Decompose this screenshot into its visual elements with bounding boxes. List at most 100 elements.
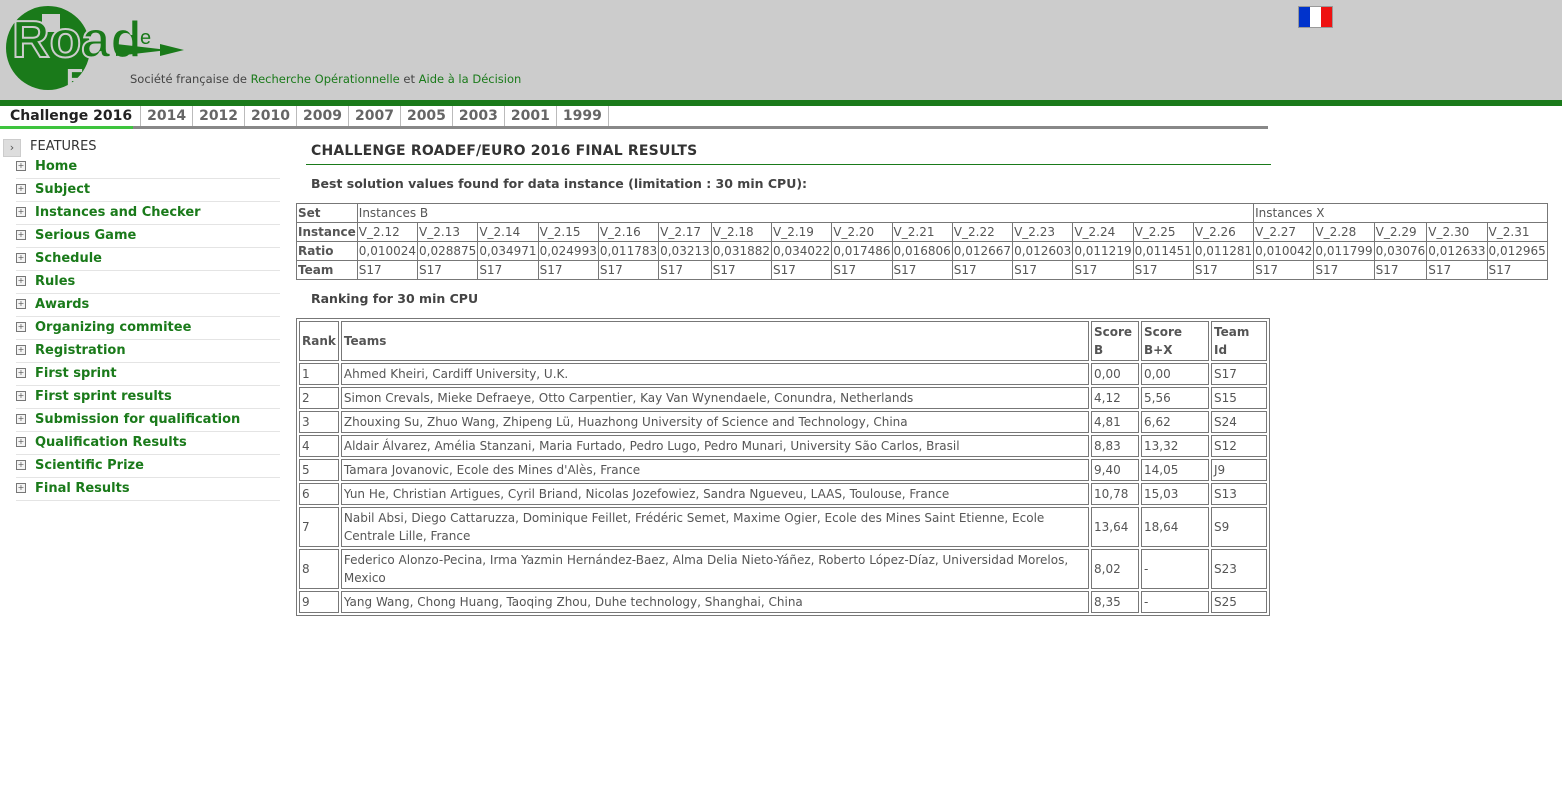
score-b-cell: 9,40: [1091, 459, 1139, 481]
team-cell: S17: [1072, 260, 1134, 280]
expand-square-icon: +: [16, 345, 26, 355]
expand-square-icon: +: [16, 276, 26, 286]
tab-2010[interactable]: 2010: [245, 106, 298, 126]
sidebar-item-organizing-commitee[interactable]: + Organizing commitee: [16, 317, 280, 340]
active-tab-indicator: [0, 126, 133, 129]
instance-cell: V_2.29: [1373, 222, 1428, 242]
expand-square-icon: +: [16, 437, 26, 447]
score-b-cell: 13,64: [1091, 507, 1139, 547]
ratio-cell: 0,017486: [831, 241, 893, 261]
tab-2012[interactable]: 2012: [193, 106, 246, 126]
svg-text:e: e: [140, 27, 151, 49]
team-cell: S17: [1426, 260, 1488, 280]
ratio-cell: 0,034022: [770, 241, 833, 261]
team-cell: S17: [1373, 260, 1428, 280]
instance-cell: V_2.15: [537, 222, 599, 242]
score-bx-cell: 13,32: [1141, 435, 1209, 457]
sidebar-item-label: Schedule: [35, 251, 102, 266]
sidebar-item-final-results[interactable]: + Final Results: [16, 478, 280, 501]
score-bx-cell: -: [1141, 549, 1209, 589]
ratio-cell: 0,016806: [891, 241, 953, 261]
sidebar-item-label: Rules: [35, 274, 76, 289]
table-row: 2 Simon Crevals, Mieke Defraeye, Otto Car…: [299, 387, 1267, 409]
ranking-heading: Ranking for 30 min CPU: [311, 291, 479, 306]
sidebar-item-serious-game[interactable]: + Serious Game: [16, 225, 280, 248]
ranking-header-row: Rank Teams Score B Score B+X Team Id: [299, 321, 1267, 361]
tab-2009[interactable]: 2009: [297, 106, 349, 126]
sidebar-item-awards[interactable]: + Awards: [16, 294, 280, 317]
sidebar-item-qualification-results[interactable]: + Qualification Results: [16, 432, 280, 455]
rank-cell: 6: [299, 483, 339, 505]
score-b-cell: 10,78: [1091, 483, 1139, 505]
sidebar-item-rules[interactable]: + Rules: [16, 271, 280, 294]
expand-square-icon: +: [16, 230, 26, 240]
sidebar-item-schedule[interactable]: + Schedule: [16, 248, 280, 271]
features-section-header[interactable]: › FEATURES: [3, 138, 282, 157]
team-cell: S17: [537, 260, 599, 280]
tab-2007[interactable]: 2007: [348, 106, 401, 126]
instance-cell: V_2.13: [417, 222, 479, 242]
ratio-cell: 0,010024: [356, 241, 419, 261]
ratio-cell: 0,011281: [1192, 241, 1255, 261]
set-b-cell: Instances B: [356, 203, 1255, 223]
tab-2001[interactable]: 2001: [504, 106, 557, 126]
table-row: 3 Zhouxing Su, Zhuo Wang, Zhipeng Lü, Hua…: [299, 411, 1267, 433]
row-label-team: Team: [296, 260, 358, 280]
instance-cell: V_2.23: [1012, 222, 1074, 242]
score-bx-cell: -: [1141, 591, 1209, 613]
row-label-ratio: Ratio: [296, 241, 358, 261]
instance-cell: V_2.28: [1313, 222, 1375, 242]
set-row: Set Instances B Instances X: [296, 203, 1548, 223]
expand-square-icon: +: [16, 322, 26, 332]
sidebar-item-label: Serious Game: [35, 228, 137, 243]
sidebar-item-instances-and-checker[interactable]: + Instances and Checker: [16, 202, 280, 225]
instance-cell: V_2.17: [658, 222, 712, 242]
ratio-cell: 0,011219: [1072, 241, 1134, 261]
team-cell: S17: [891, 260, 953, 280]
sidebar-item-home[interactable]: + Home: [16, 156, 280, 179]
chevron-right-icon[interactable]: ›: [3, 139, 21, 157]
year-tabs: Challenge 2016 2014 2012 2010 2009 2007 …: [0, 106, 609, 126]
tab-2014[interactable]: 2014: [141, 106, 194, 126]
svg-text:F: F: [66, 63, 83, 92]
team-cell: S17: [710, 260, 773, 280]
instance-cell: V_2.18: [710, 222, 773, 242]
tab-2005[interactable]: 2005: [400, 106, 453, 126]
set-x-cell: Instances X: [1253, 203, 1548, 223]
teams-cell: Zhouxing Su, Zhuo Wang, Zhipeng Lü, Huaz…: [340, 411, 1089, 433]
instance-cell: V_2.22: [951, 222, 1014, 242]
team-id-cell: S17: [1211, 363, 1267, 385]
score-bx-cell: 5,56: [1141, 387, 1209, 409]
team-cell: S17: [831, 260, 893, 280]
ratio-cell: 0,012633: [1426, 241, 1488, 261]
instance-cell: V_2.25: [1132, 222, 1194, 242]
tab-1999[interactable]: 1999: [556, 106, 609, 126]
instance-cell: V_2.19: [770, 222, 833, 242]
score-b-cell: 0,00: [1091, 363, 1139, 385]
sidebar-item-subject[interactable]: + Subject: [16, 179, 280, 202]
sidebar-item-first-sprint[interactable]: + First sprint: [16, 363, 280, 386]
sidebar-item-submission-for-qualification[interactable]: + Submission for qualification: [16, 409, 280, 432]
sidebar-item-registration[interactable]: + Registration: [16, 340, 280, 363]
french-flag-icon[interactable]: [1298, 6, 1333, 28]
tab-2003[interactable]: 2003: [452, 106, 505, 126]
team-id-cell: J9: [1211, 459, 1267, 481]
team-cell: S17: [1253, 260, 1315, 280]
tab-challenge-2016[interactable]: Challenge 2016: [0, 106, 142, 126]
expand-square-icon: +: [16, 460, 26, 470]
ratio-cell: 0,012603: [1012, 241, 1074, 261]
teams-cell: Ahmed Kheiri, Cardiff University, U.K.: [340, 363, 1089, 385]
instances-table: Set Instances B Instances X Instance V_2…: [296, 203, 1548, 280]
table-row: 8 Federico Alonzo-Pecina, Irma Yazmin Her…: [299, 549, 1267, 589]
sidebar-item-label: Awards: [35, 297, 90, 312]
sidebar-item-scientific-prize[interactable]: + Scientific Prize: [16, 455, 280, 478]
sidebar-item-label: Subject: [35, 182, 91, 197]
sidebar-item-first-sprint-results[interactable]: + First sprint results: [16, 386, 280, 409]
ratio-cell: 0,031882: [710, 241, 773, 261]
rank-cell: 5: [299, 459, 339, 481]
rank-cell: 2: [299, 387, 339, 409]
score-bx-cell: 6,62: [1141, 411, 1209, 433]
instance-cell: V_2.30: [1426, 222, 1488, 242]
sidebar-item-label: Home: [35, 159, 78, 174]
score-b-cell: 8,35: [1091, 591, 1139, 613]
